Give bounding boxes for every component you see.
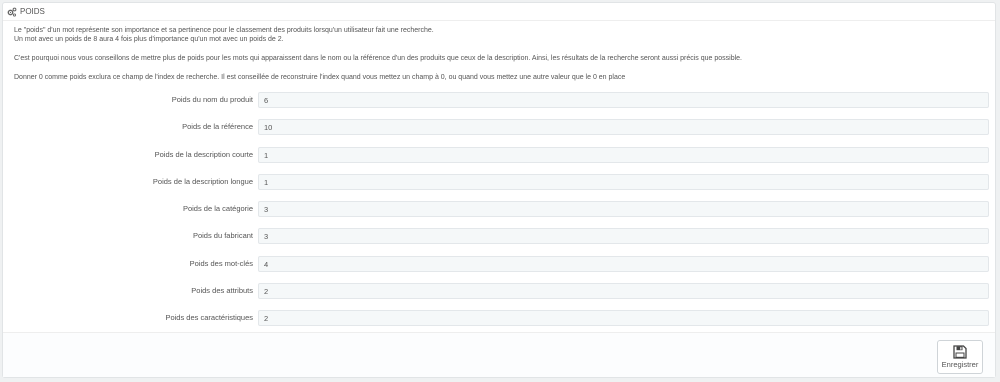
intro-line-4: Donner 0 comme poids exclura ce champ de…: [14, 73, 626, 81]
manufacturer-weight-input[interactable]: 3: [258, 228, 989, 245]
short-description-weight-input[interactable]: 1: [258, 146, 989, 163]
panel-heading: POIDS: [3, 3, 995, 21]
panel-footer: Enregistrer: [3, 332, 995, 377]
form-row-category: Poids de la catégorie 3: [3, 201, 997, 219]
form-row-long-description: Poids de la description longue 1: [3, 173, 997, 192]
form-row-attributes: Poids des attributs 2: [3, 282, 997, 301]
attributes-weight-input[interactable]: 2: [258, 282, 989, 299]
save-icon: [953, 345, 967, 359]
intro-text: Le "poids" d'un mot représente son impor…: [14, 27, 974, 82]
weights-panel: POIDS Le "poids" d'un mot représente son…: [2, 2, 996, 378]
features-weight-input[interactable]: 2: [258, 310, 989, 326]
form-row-product-name: Poids du nom du produit 6: [3, 92, 997, 110]
field-label: Poids de la description longue: [152, 176, 253, 186]
form-row-manufacturer: Poids du fabricant 3: [3, 228, 997, 246]
panel-title: POIDS: [20, 7, 45, 16]
field-label: Poids du nom du produit: [171, 95, 253, 104]
field-label: Poids de la référence: [182, 122, 253, 132]
field-label: Poids de la description courte: [154, 149, 253, 159]
form-row-keywords: Poids des mot-clés 4: [3, 255, 997, 274]
reference-weight-input[interactable]: 10: [258, 119, 989, 136]
form-row-short-description: Poids de la description courte 1: [3, 146, 997, 165]
field-label: Poids des caractéristiques: [165, 313, 253, 322]
intro-line-1: Le "poids" d'un mot représente son impor…: [14, 27, 434, 34]
field-label: Poids des attributs: [191, 285, 253, 295]
save-button-label: Enregistrer: [941, 360, 979, 369]
category-weight-input[interactable]: 3: [258, 201, 989, 217]
keywords-weight-input[interactable]: 4: [258, 255, 989, 272]
field-label: Poids des mot-clés: [189, 258, 253, 268]
intro-line-3: C'est pourquoi nous vous conseillons de …: [14, 54, 742, 62]
form-row-features: Poids des caractéristiques 2: [3, 310, 997, 328]
cogs-icon: [7, 7, 17, 17]
form-row-reference: Poids de la référence 10: [3, 119, 997, 137]
save-button[interactable]: Enregistrer: [937, 340, 983, 374]
intro-line-2: Un mot avec un poids de 8 aura 4 fois pl…: [14, 35, 284, 43]
field-label: Poids du fabricant: [192, 231, 253, 241]
field-label: Poids de la catégorie: [182, 204, 253, 213]
long-description-weight-input[interactable]: 1: [258, 173, 989, 190]
product-name-weight-input[interactable]: 6: [258, 92, 989, 108]
